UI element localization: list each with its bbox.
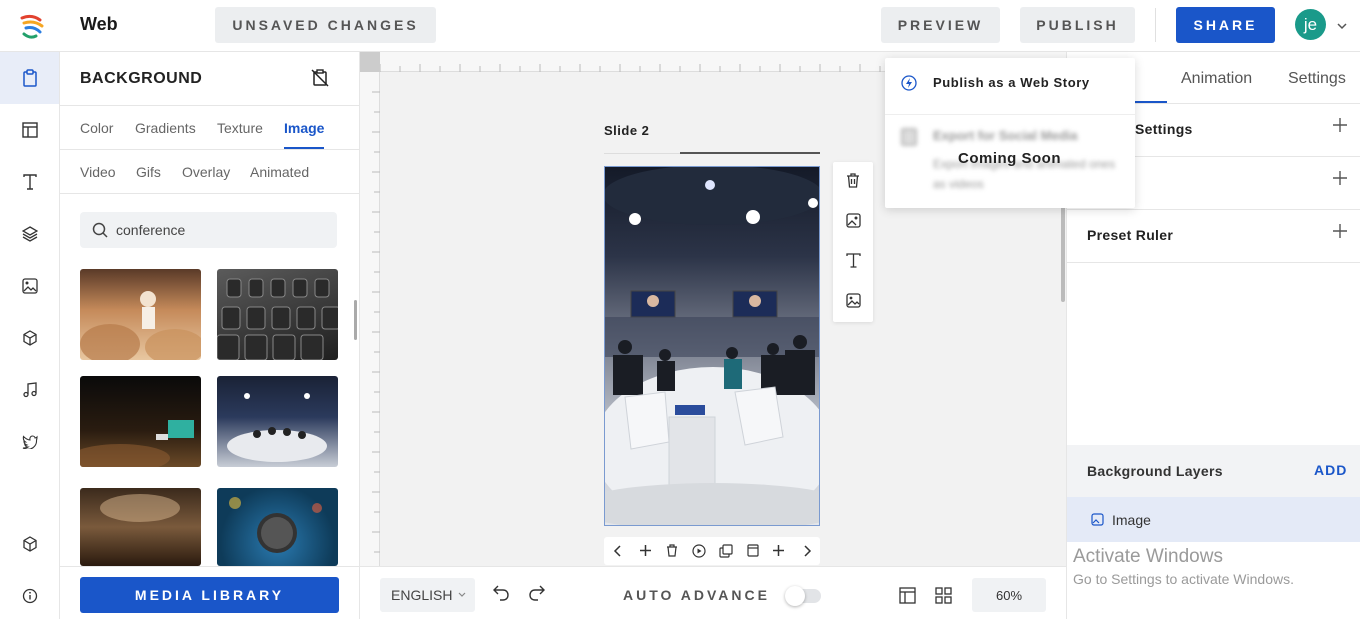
element-toolbar — [833, 162, 873, 322]
image-thumbnail[interactable] — [217, 376, 338, 467]
rail-layout-icon[interactable] — [0, 104, 59, 156]
ruler-corner — [360, 52, 380, 72]
layout-view-icon[interactable] — [899, 587, 916, 604]
app-logo-icon[interactable] — [18, 12, 46, 40]
delete-slide-icon[interactable] — [666, 544, 678, 557]
undo-icon[interactable] — [492, 585, 510, 601]
panel-scrollbar[interactable] — [354, 300, 357, 340]
tab-settings[interactable]: Settings — [1288, 70, 1346, 88]
auto-advance-toggle[interactable] — [785, 586, 821, 606]
preset-ruler-row[interactable]: Preset Ruler — [1067, 210, 1360, 263]
media-library-button[interactable]: MEDIA LIBRARY — [80, 577, 339, 613]
share-button[interactable]: SHARE — [1176, 7, 1275, 43]
duplicate-icon[interactable] — [719, 544, 733, 558]
social-title: Export for Social Media — [933, 128, 1078, 143]
language-select[interactable]: ENGLISH — [380, 578, 475, 612]
slide-image[interactable] — [604, 166, 820, 526]
plus-icon[interactable] — [1333, 224, 1347, 238]
chevron-down-icon[interactable] — [1336, 18, 1348, 36]
row-label: Settings — [1135, 121, 1193, 137]
language-value: ENGLISH — [391, 587, 453, 603]
slide-label: Slide 2 — [604, 123, 650, 138]
tab-gifs[interactable]: Gifs — [136, 164, 161, 180]
background-layers-label: Background Layers — [1087, 463, 1223, 479]
rail-package-icon[interactable] — [0, 518, 59, 570]
no-background-icon[interactable] — [311, 69, 329, 92]
preview-button[interactable]: PREVIEW — [881, 7, 1000, 43]
rail-info-icon[interactable] — [0, 570, 59, 622]
lightning-icon — [901, 75, 917, 91]
tab-animated[interactable]: Animated — [250, 164, 309, 180]
canvas-scrollbar[interactable] — [1061, 202, 1065, 302]
add-image-icon[interactable] — [846, 293, 861, 313]
search-input[interactable] — [116, 220, 326, 240]
replace-image-icon[interactable] — [846, 213, 861, 233]
top-bar: Web UNSAVED CHANGES PREVIEW PUBLISH SHAR… — [0, 0, 1360, 52]
rail-cube-icon[interactable] — [0, 312, 59, 364]
image-thumbnail[interactable] — [217, 488, 338, 566]
add-layer-button[interactable]: ADD — [1314, 462, 1347, 478]
play-icon[interactable] — [692, 544, 706, 558]
activate-windows-subtitle: Go to Settings to activate Windows. — [1073, 571, 1294, 587]
app-title: Web — [80, 14, 118, 34]
ruler-vertical — [360, 72, 380, 566]
chevron-left-icon[interactable] — [613, 545, 623, 557]
search-icon — [92, 222, 108, 243]
tab-overlay[interactable]: Overlay — [182, 164, 230, 180]
background-panel: BACKGROUND Color Gradients Texture Image… — [60, 52, 360, 619]
publish-dropdown: Publish as a Web Story Export for Social… — [885, 58, 1135, 208]
tab-image[interactable]: Image — [284, 120, 324, 136]
left-rail — [0, 52, 60, 619]
redo-icon[interactable] — [528, 585, 546, 601]
activate-windows-title: Activate Windows — [1073, 546, 1223, 567]
rail-layers-icon[interactable] — [0, 208, 59, 260]
row-label: Preset Ruler — [1087, 227, 1174, 243]
avatar[interactable]: je — [1295, 9, 1326, 40]
add-slide-icon[interactable] — [639, 544, 652, 557]
unsaved-changes-button[interactable]: UNSAVED CHANGES — [215, 7, 436, 43]
rail-text-icon[interactable] — [0, 156, 59, 208]
plus-icon[interactable] — [1333, 118, 1347, 132]
tab-video[interactable]: Video — [80, 164, 116, 180]
auto-advance-label: AUTO ADVANCE — [623, 587, 770, 603]
image-thumbnail[interactable] — [80, 488, 201, 566]
delete-icon[interactable] — [846, 173, 860, 193]
rail-twitter-icon[interactable] — [0, 416, 59, 468]
zoom-level[interactable]: 60% — [972, 578, 1046, 612]
add-icon[interactable] — [772, 544, 785, 557]
panel-title: BACKGROUND — [80, 70, 203, 87]
tab-gradients[interactable]: Gradients — [135, 120, 196, 136]
grid-view-icon[interactable] — [935, 587, 952, 604]
bottom-bar: ENGLISH AUTO ADVANCE 60% — [360, 566, 1066, 619]
tab-texture[interactable]: Texture — [217, 120, 263, 136]
image-thumbnail[interactable] — [80, 376, 201, 467]
layer-item[interactable]: Image — [1067, 497, 1360, 542]
document-icon — [901, 128, 917, 146]
rail-clipboard-icon[interactable] — [0, 52, 59, 104]
layer-label: Image — [1112, 512, 1151, 528]
coming-soon-label: Coming Soon — [958, 150, 1061, 167]
slide-progress-bar — [680, 152, 820, 154]
background-layers-header: Background Layers ADD — [1067, 445, 1360, 497]
rail-image-icon[interactable] — [0, 260, 59, 312]
copy-icon[interactable] — [747, 544, 759, 557]
divider — [1155, 8, 1156, 42]
image-thumbnail[interactable] — [80, 269, 201, 360]
plus-icon[interactable] — [1333, 171, 1347, 185]
tab-color[interactable]: Color — [80, 120, 113, 136]
add-text-icon[interactable] — [846, 253, 861, 273]
rail-music-icon[interactable] — [0, 364, 59, 416]
tab-animation[interactable]: Animation — [1181, 70, 1252, 88]
chevron-right-icon[interactable] — [802, 545, 812, 557]
search-box[interactable] — [80, 212, 337, 248]
publish-web-story-option[interactable]: Publish as a Web Story — [885, 58, 1135, 108]
export-social-option: Export for Social Media Export images an… — [885, 116, 1135, 208]
image-thumbnail[interactable] — [217, 269, 338, 360]
publish-button[interactable]: PUBLISH — [1020, 7, 1135, 43]
slide-controls — [604, 537, 820, 565]
chevron-down-icon — [458, 592, 466, 597]
web-story-label: Publish as a Web Story — [933, 75, 1090, 90]
image-icon — [1091, 513, 1104, 526]
